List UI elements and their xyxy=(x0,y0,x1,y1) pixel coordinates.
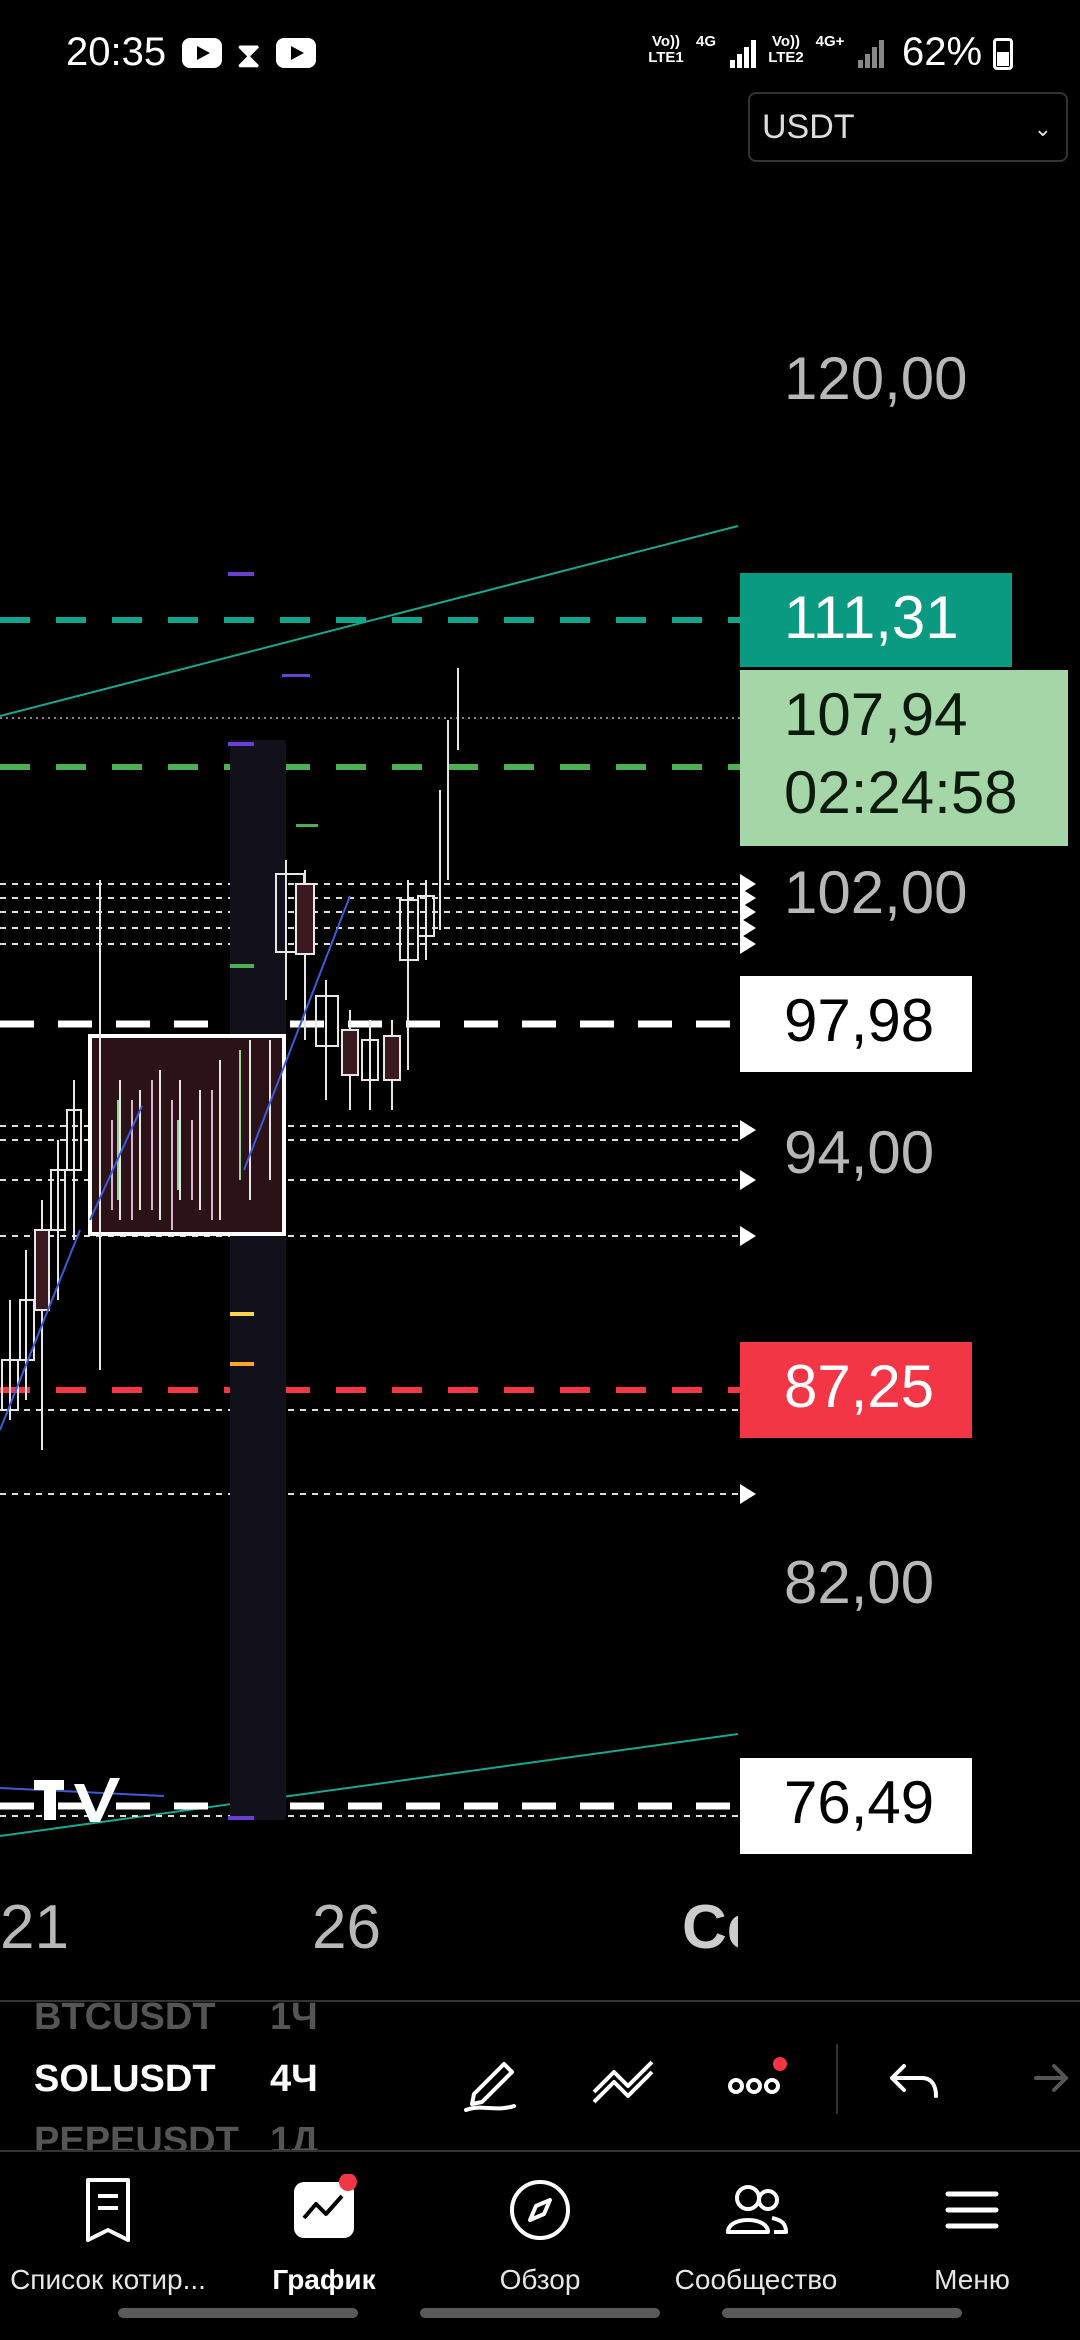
date-label-26: 26 xyxy=(312,1893,381,1962)
bottom-price-tag[interactable]: 76,49 xyxy=(740,1758,972,1854)
price-label-82: 82,00 xyxy=(784,1549,935,1616)
compass-icon xyxy=(510,2180,570,2240)
status-bar: 20:35 ⧗ Vo)) LTE1 4G Vo)) LTE2 4G+ 62% xyxy=(0,0,1080,100)
gesture-bar xyxy=(722,2308,962,2318)
timeframe-btcusdt[interactable]: 1Ч xyxy=(270,1996,318,2039)
hourglass-icon: ⧗ xyxy=(236,34,262,75)
pencil-icon[interactable] xyxy=(456,2044,526,2114)
nav-menu[interactable]: Меню xyxy=(864,2174,1080,2304)
date-label-21: 21 xyxy=(0,1893,69,1962)
sim1-label: Vo)) LTE1 xyxy=(648,33,684,66)
youtube-icon xyxy=(276,38,316,68)
nav-menu-label: Меню xyxy=(934,2264,1010,2295)
nav-chart-label: График xyxy=(272,2264,376,2295)
undo-icon[interactable] xyxy=(880,2044,950,2114)
nav-overview[interactable]: Обзор xyxy=(432,2174,648,2304)
candle-countdown: 02:24:58 xyxy=(784,759,1018,826)
watchlist-icon xyxy=(86,2178,130,2242)
volume-column xyxy=(230,740,286,1820)
price-label-102: 102,00 xyxy=(784,859,968,926)
nav-community[interactable]: Сообщество xyxy=(648,2174,864,2304)
network-type-1: 4G xyxy=(695,33,716,50)
current-price: 107,94 xyxy=(784,681,968,748)
signal-icon xyxy=(730,38,758,68)
currency-select[interactable]: USDT ⌄ xyxy=(748,92,1068,162)
signal-icon xyxy=(858,38,886,68)
toolbar-divider xyxy=(836,2044,838,2114)
currency-value: USDT xyxy=(762,108,855,146)
community-icon xyxy=(726,2185,788,2234)
chart-toolbar: BTCUSDT 1Ч SOLUSDT 4Ч PEPEUSDT 1Д xyxy=(0,1996,1080,2152)
nav-community-label: Сообщество xyxy=(674,2264,838,2295)
menu-icon xyxy=(945,2191,999,2229)
redo-icon[interactable] xyxy=(1020,2044,1080,2114)
gesture-bar xyxy=(118,2308,358,2318)
nav-watchlist-label: Список котир... xyxy=(10,2264,206,2295)
clock: 20:35 xyxy=(66,30,167,74)
price-label-94: 94,00 xyxy=(784,1119,935,1186)
current-price-tag[interactable]: 107,94 02:24:58 xyxy=(740,670,1068,846)
timeframe-solusdt[interactable]: 4Ч xyxy=(270,2058,318,2101)
price-label-120: 120,00 xyxy=(784,345,968,412)
entry-price-tag[interactable]: 97,98 xyxy=(740,976,972,1072)
timeframe-pepeusdt[interactable]: 1Д xyxy=(270,2120,318,2152)
take-profit-tag[interactable]: 111,31 xyxy=(740,573,1012,667)
sim2-label: Vo)) LTE2 xyxy=(768,33,804,66)
nav-chart[interactable]: График xyxy=(216,2174,432,2304)
symbol-solusdt[interactable]: SOLUSDT xyxy=(34,2058,216,2101)
battery-percent: 62% xyxy=(902,30,983,74)
battery-icon xyxy=(993,38,1013,70)
symbol-pepeusdt[interactable]: PEPEUSDT xyxy=(34,2120,239,2152)
nav-watchlist[interactable]: Список котир... xyxy=(0,2174,216,2304)
price-chart[interactable]: 120,00 102,00 94,00 82,00 111,31 107,94 … xyxy=(0,0,1080,2000)
trend-lines[interactable] xyxy=(0,895,351,1797)
stop-loss-tag[interactable]: 87,25 xyxy=(740,1342,972,1438)
date-label-month: Се xyxy=(682,1893,738,1962)
symbol-btcusdt[interactable]: BTCUSDT xyxy=(34,1996,216,2039)
more-icon[interactable] xyxy=(722,2044,792,2114)
network-type-2: 4G+ xyxy=(815,33,845,50)
nav-overview-label: Обзор xyxy=(499,2264,581,2295)
gesture-bar xyxy=(420,2308,660,2318)
trendlines-icon[interactable] xyxy=(588,2044,658,2114)
chevron-down-icon: ⌄ xyxy=(1033,116,1052,141)
youtube-icon xyxy=(182,38,222,68)
chart-icon xyxy=(294,2174,357,2238)
